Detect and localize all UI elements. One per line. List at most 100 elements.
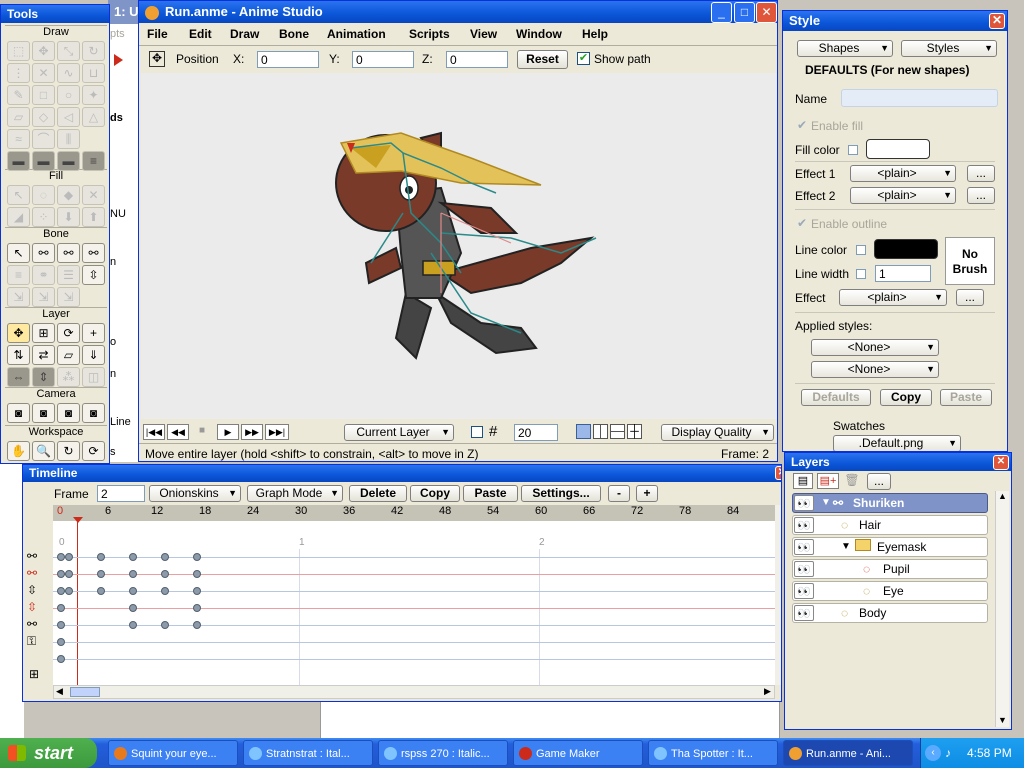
keyframe[interactable] <box>57 553 65 561</box>
hide-fill-icon[interactable]: ⁘ <box>32 207 55 227</box>
y-position-input[interactable] <box>352 51 414 68</box>
layer-row-body[interactable]: ◌ Body <box>792 603 988 623</box>
scroll-up-icon[interactable]: ▲ <box>998 491 1007 501</box>
select-bone-icon[interactable]: ↖ <box>7 243 30 263</box>
play-button[interactable]: ▶ <box>217 424 239 440</box>
bone-strength-icon[interactable]: ≡ <box>7 265 30 285</box>
keyframe[interactable] <box>65 553 73 561</box>
freehand-icon[interactable]: ✎ <box>7 85 30 105</box>
taskbar-item[interactable]: Squint your eye... <box>108 740 238 766</box>
keyframe[interactable] <box>161 621 169 629</box>
line-width-input[interactable] <box>875 265 931 282</box>
fill-color-swatch[interactable] <box>866 139 930 159</box>
perspective-icon[interactable]: ◁ <box>57 107 80 127</box>
keyframe[interactable] <box>129 570 137 578</box>
step-back-button[interactable]: ◀◀ <box>167 424 189 440</box>
menu-scripts[interactable]: Scripts <box>409 27 450 41</box>
rotate-bone-icon[interactable]: ⇲ <box>32 287 55 307</box>
step-forward-button[interactable]: ▶▶ <box>241 424 263 440</box>
effect1-dropdown[interactable]: <plain> <box>850 165 956 182</box>
start-button[interactable]: start <box>0 738 97 768</box>
keyframe[interactable] <box>193 553 201 561</box>
menu-edit[interactable]: Edit <box>189 27 212 41</box>
keyframe[interactable] <box>57 604 65 612</box>
keyframe[interactable] <box>129 553 137 561</box>
view-quad-icon[interactable]: ┼ <box>627 424 642 439</box>
bind-points-icon[interactable]: ⇳ <box>82 265 105 285</box>
select-shape-icon[interactable]: ↖ <box>7 185 30 205</box>
menu-bone[interactable]: Bone <box>279 27 309 41</box>
layer-mode-dropdown[interactable]: Current Layer <box>344 424 454 441</box>
keyframe[interactable] <box>193 587 201 595</box>
visibility-eye-icon[interactable]: 👀 <box>794 539 814 555</box>
keyframe[interactable] <box>129 587 137 595</box>
flip-layer-h-icon[interactable]: ⇅ <box>7 345 30 365</box>
style-close-button[interactable]: ✕ <box>989 13 1005 29</box>
maximize-button[interactable]: □ <box>734 2 755 23</box>
rotate-workspace-icon[interactable]: ↻ <box>57 441 80 461</box>
set-origin-icon[interactable]: + <box>82 323 105 343</box>
add-bone-icon[interactable]: ⚯ <box>57 243 80 263</box>
line-color-swatch[interactable] <box>874 239 938 259</box>
line-width-checkbox[interactable] <box>856 269 866 279</box>
layer-row-eyemask[interactable]: ▼ Eyemask <box>792 537 988 557</box>
zoom-camera-icon[interactable]: ◙ <box>32 403 55 423</box>
keyframe[interactable] <box>193 604 201 612</box>
smooth-icon[interactable]: ▬ <box>32 151 55 171</box>
effect2-dropdown[interactable]: <plain> <box>850 187 956 204</box>
layer-options-button[interactable]: ... <box>867 473 891 490</box>
raise-shape-icon[interactable]: ⬆ <box>82 207 105 227</box>
timeline-close-button[interactable]: ✕ <box>775 466 781 480</box>
settings-button[interactable]: Settings... <box>521 485 601 502</box>
fill-color-checkbox[interactable] <box>848 145 858 155</box>
delete-shape-icon[interactable]: ✕ <box>82 185 105 205</box>
taskbar-item[interactable]: rspss 270 : Italic... <box>378 740 508 766</box>
delete-edge-icon[interactable]: ✕ <box>32 63 55 83</box>
flip-layer-v-icon[interactable]: ⇄ <box>32 345 55 365</box>
visibility-eye-icon[interactable]: 👀 <box>794 495 814 511</box>
swatches-dropdown[interactable]: .Default.png <box>833 435 961 451</box>
tools-title-bar[interactable]: Tools <box>1 5 109 23</box>
style-copy-button[interactable]: Copy <box>880 389 932 406</box>
track-camera-icon[interactable]: ◙ <box>7 403 30 423</box>
keyframe[interactable] <box>161 587 169 595</box>
keyframe[interactable] <box>97 570 105 578</box>
keyframe[interactable] <box>161 570 169 578</box>
timeline-hscroll[interactable]: ◀ ▶ <box>53 685 775 699</box>
view-single-icon[interactable] <box>576 424 591 439</box>
keyframe[interactable] <box>57 587 65 595</box>
style-paste-button[interactable]: Paste <box>940 389 992 406</box>
delete-button[interactable]: Delete <box>349 485 407 502</box>
switch-layer-icon[interactable]: ⇓ <box>82 345 105 365</box>
visibility-eye-icon[interactable]: 👀 <box>794 605 814 621</box>
reparent-bone-icon[interactable]: ⚯ <box>82 243 105 263</box>
scroll-right-icon[interactable]: ▶ <box>764 686 771 697</box>
go-to-end-button[interactable]: ▶▶| <box>265 424 289 440</box>
lower-shape-icon[interactable]: ⬇ <box>57 207 80 227</box>
manipulate-bones-icon[interactable]: ⚭ <box>32 265 55 285</box>
zoom-out-button[interactable]: - <box>608 485 630 502</box>
hide-edge-icon[interactable]: ⌒ <box>32 129 55 149</box>
effect2-more-button[interactable]: ... <box>967 187 995 204</box>
expand-arrow-icon[interactable]: ▼ <box>821 494 831 512</box>
copy-button[interactable]: Copy <box>410 485 460 502</box>
add-layer-icon[interactable]: ▤+ <box>817 473 839 489</box>
onionskins-dropdown[interactable]: Onionskins <box>149 485 241 502</box>
volume-icon[interactable]: ♪ <box>945 746 951 760</box>
rotate-layer-z-icon[interactable]: ⟳ <box>57 323 80 343</box>
noise-icon[interactable]: ≈ <box>7 129 30 149</box>
line-width-icon[interactable]: ≡ <box>82 151 105 171</box>
visibility-eye-icon[interactable]: 👀 <box>794 517 814 533</box>
weld-icon[interactable]: ▬ <box>7 151 30 171</box>
new-layer-icon[interactable]: ▤ <box>793 473 813 489</box>
x-position-input[interactable] <box>257 51 319 68</box>
layers-title-bar[interactable]: Layers <box>785 453 1011 471</box>
curvature-icon[interactable]: ∿ <box>57 63 80 83</box>
layers-close-button[interactable]: ✕ <box>993 455 1009 470</box>
show-path-checkbox[interactable]: ✔ <box>577 52 590 65</box>
display-quality-dropdown[interactable]: Display Quality <box>661 424 774 441</box>
graph-mode-dropdown[interactable]: Graph Mode <box>247 485 343 502</box>
expand-arrow-icon[interactable]: ▼ <box>841 538 851 556</box>
keyframe[interactable] <box>57 621 65 629</box>
keyframe[interactable] <box>97 553 105 561</box>
